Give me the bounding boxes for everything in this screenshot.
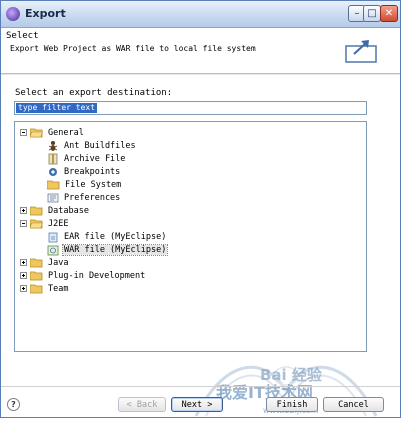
tree-item-ant-buildfiles[interactable]: Ant Buildfiles xyxy=(47,139,137,152)
tree-label-plugin: Plug-in Development xyxy=(48,270,146,281)
tree-label-team: Team xyxy=(48,283,69,294)
next-button[interactable]: Next > xyxy=(171,397,223,412)
export-wizard-icon xyxy=(345,40,377,63)
tree-node-database[interactable]: Database xyxy=(20,204,90,217)
folder-icon xyxy=(30,206,43,215)
finish-button[interactable]: Finish xyxy=(266,397,318,412)
tree-label: EAR file (MyEclipse) xyxy=(64,231,167,242)
folder-open-icon xyxy=(30,128,43,137)
ant-icon xyxy=(47,140,59,152)
tree-item-war-file[interactable]: WAR file (MyEclipse) xyxy=(47,243,169,256)
close-icon: ✕ xyxy=(384,7,394,19)
tree-label: Breakpoints xyxy=(64,166,121,177)
tree-label: Preferences xyxy=(64,192,121,203)
tree-node-team[interactable]: Team xyxy=(20,282,69,295)
tree-label: File System xyxy=(65,179,122,190)
war-file-icon xyxy=(47,244,59,256)
tree-label-java: Java xyxy=(48,257,69,268)
folder-icon xyxy=(47,180,60,189)
tree-label-database: Database xyxy=(48,205,89,216)
minimize-icon: – xyxy=(354,7,360,19)
eclipse-icon xyxy=(6,7,20,21)
export-destination-tree[interactable]: General Ant Buildfiles Archive File Brea… xyxy=(14,121,367,352)
archive-icon xyxy=(47,153,59,165)
cancel-button[interactable]: Cancel xyxy=(323,397,384,412)
tree-item-breakpoints[interactable]: Breakpoints xyxy=(47,165,121,178)
tree-node-j2ee[interactable]: J2EE xyxy=(20,217,69,230)
tree-node-general[interactable]: General xyxy=(20,126,85,139)
tree-item-archive-file[interactable]: Archive File xyxy=(47,152,126,165)
expand-toggle[interactable] xyxy=(20,272,27,279)
maximize-icon: □ xyxy=(367,7,377,19)
export-dialog: Export – □ ✕ Select Export Web Project a… xyxy=(0,0,401,418)
button-bar-divider xyxy=(1,386,400,387)
tree-label-general: General xyxy=(48,127,84,138)
title-bar[interactable]: Export – □ ✕ xyxy=(1,1,400,28)
window-title: Export xyxy=(25,7,66,20)
tree-label-j2ee: J2EE xyxy=(48,218,69,229)
preferences-icon xyxy=(47,192,59,204)
tree-item-ear-file[interactable]: EAR file (MyEclipse) xyxy=(47,230,167,243)
filter-input[interactable]: type filter text xyxy=(14,101,367,115)
tree-item-file-system[interactable]: File System xyxy=(47,178,122,191)
close-button[interactable]: ✕ xyxy=(380,5,398,22)
folder-icon xyxy=(30,271,43,280)
page-title: Select xyxy=(6,31,39,41)
header-divider xyxy=(1,74,400,75)
tree-item-preferences[interactable]: Preferences xyxy=(47,191,121,204)
destination-label: Select an export destination: xyxy=(15,88,173,98)
tree-node-java[interactable]: Java xyxy=(20,256,69,269)
breakpoint-icon xyxy=(47,166,59,178)
folder-open-icon xyxy=(30,219,43,228)
filter-text: type filter text xyxy=(16,103,98,113)
ear-file-icon xyxy=(47,231,59,243)
folder-icon xyxy=(30,284,43,293)
page-description: Export Web Project as WAR file to local … xyxy=(10,44,256,53)
folder-icon xyxy=(30,258,43,267)
collapse-toggle[interactable] xyxy=(20,220,27,227)
expand-toggle[interactable] xyxy=(20,285,27,292)
wizard-header: Select Export Web Project as WAR file to… xyxy=(1,28,400,74)
help-button[interactable]: ? xyxy=(7,398,20,411)
back-button[interactable]: < Back xyxy=(118,397,166,412)
tree-label: Archive File xyxy=(64,153,126,164)
tree-label: Ant Buildfiles xyxy=(64,140,136,151)
collapse-toggle[interactable] xyxy=(20,129,27,136)
help-icon: ? xyxy=(11,400,16,409)
tree-label-selected: WAR file (MyEclipse) xyxy=(61,243,169,256)
expand-toggle[interactable] xyxy=(20,207,27,214)
tree-node-plugin-development[interactable]: Plug-in Development xyxy=(20,269,146,282)
maximize-button[interactable]: □ xyxy=(363,5,381,22)
expand-toggle[interactable] xyxy=(20,259,27,266)
